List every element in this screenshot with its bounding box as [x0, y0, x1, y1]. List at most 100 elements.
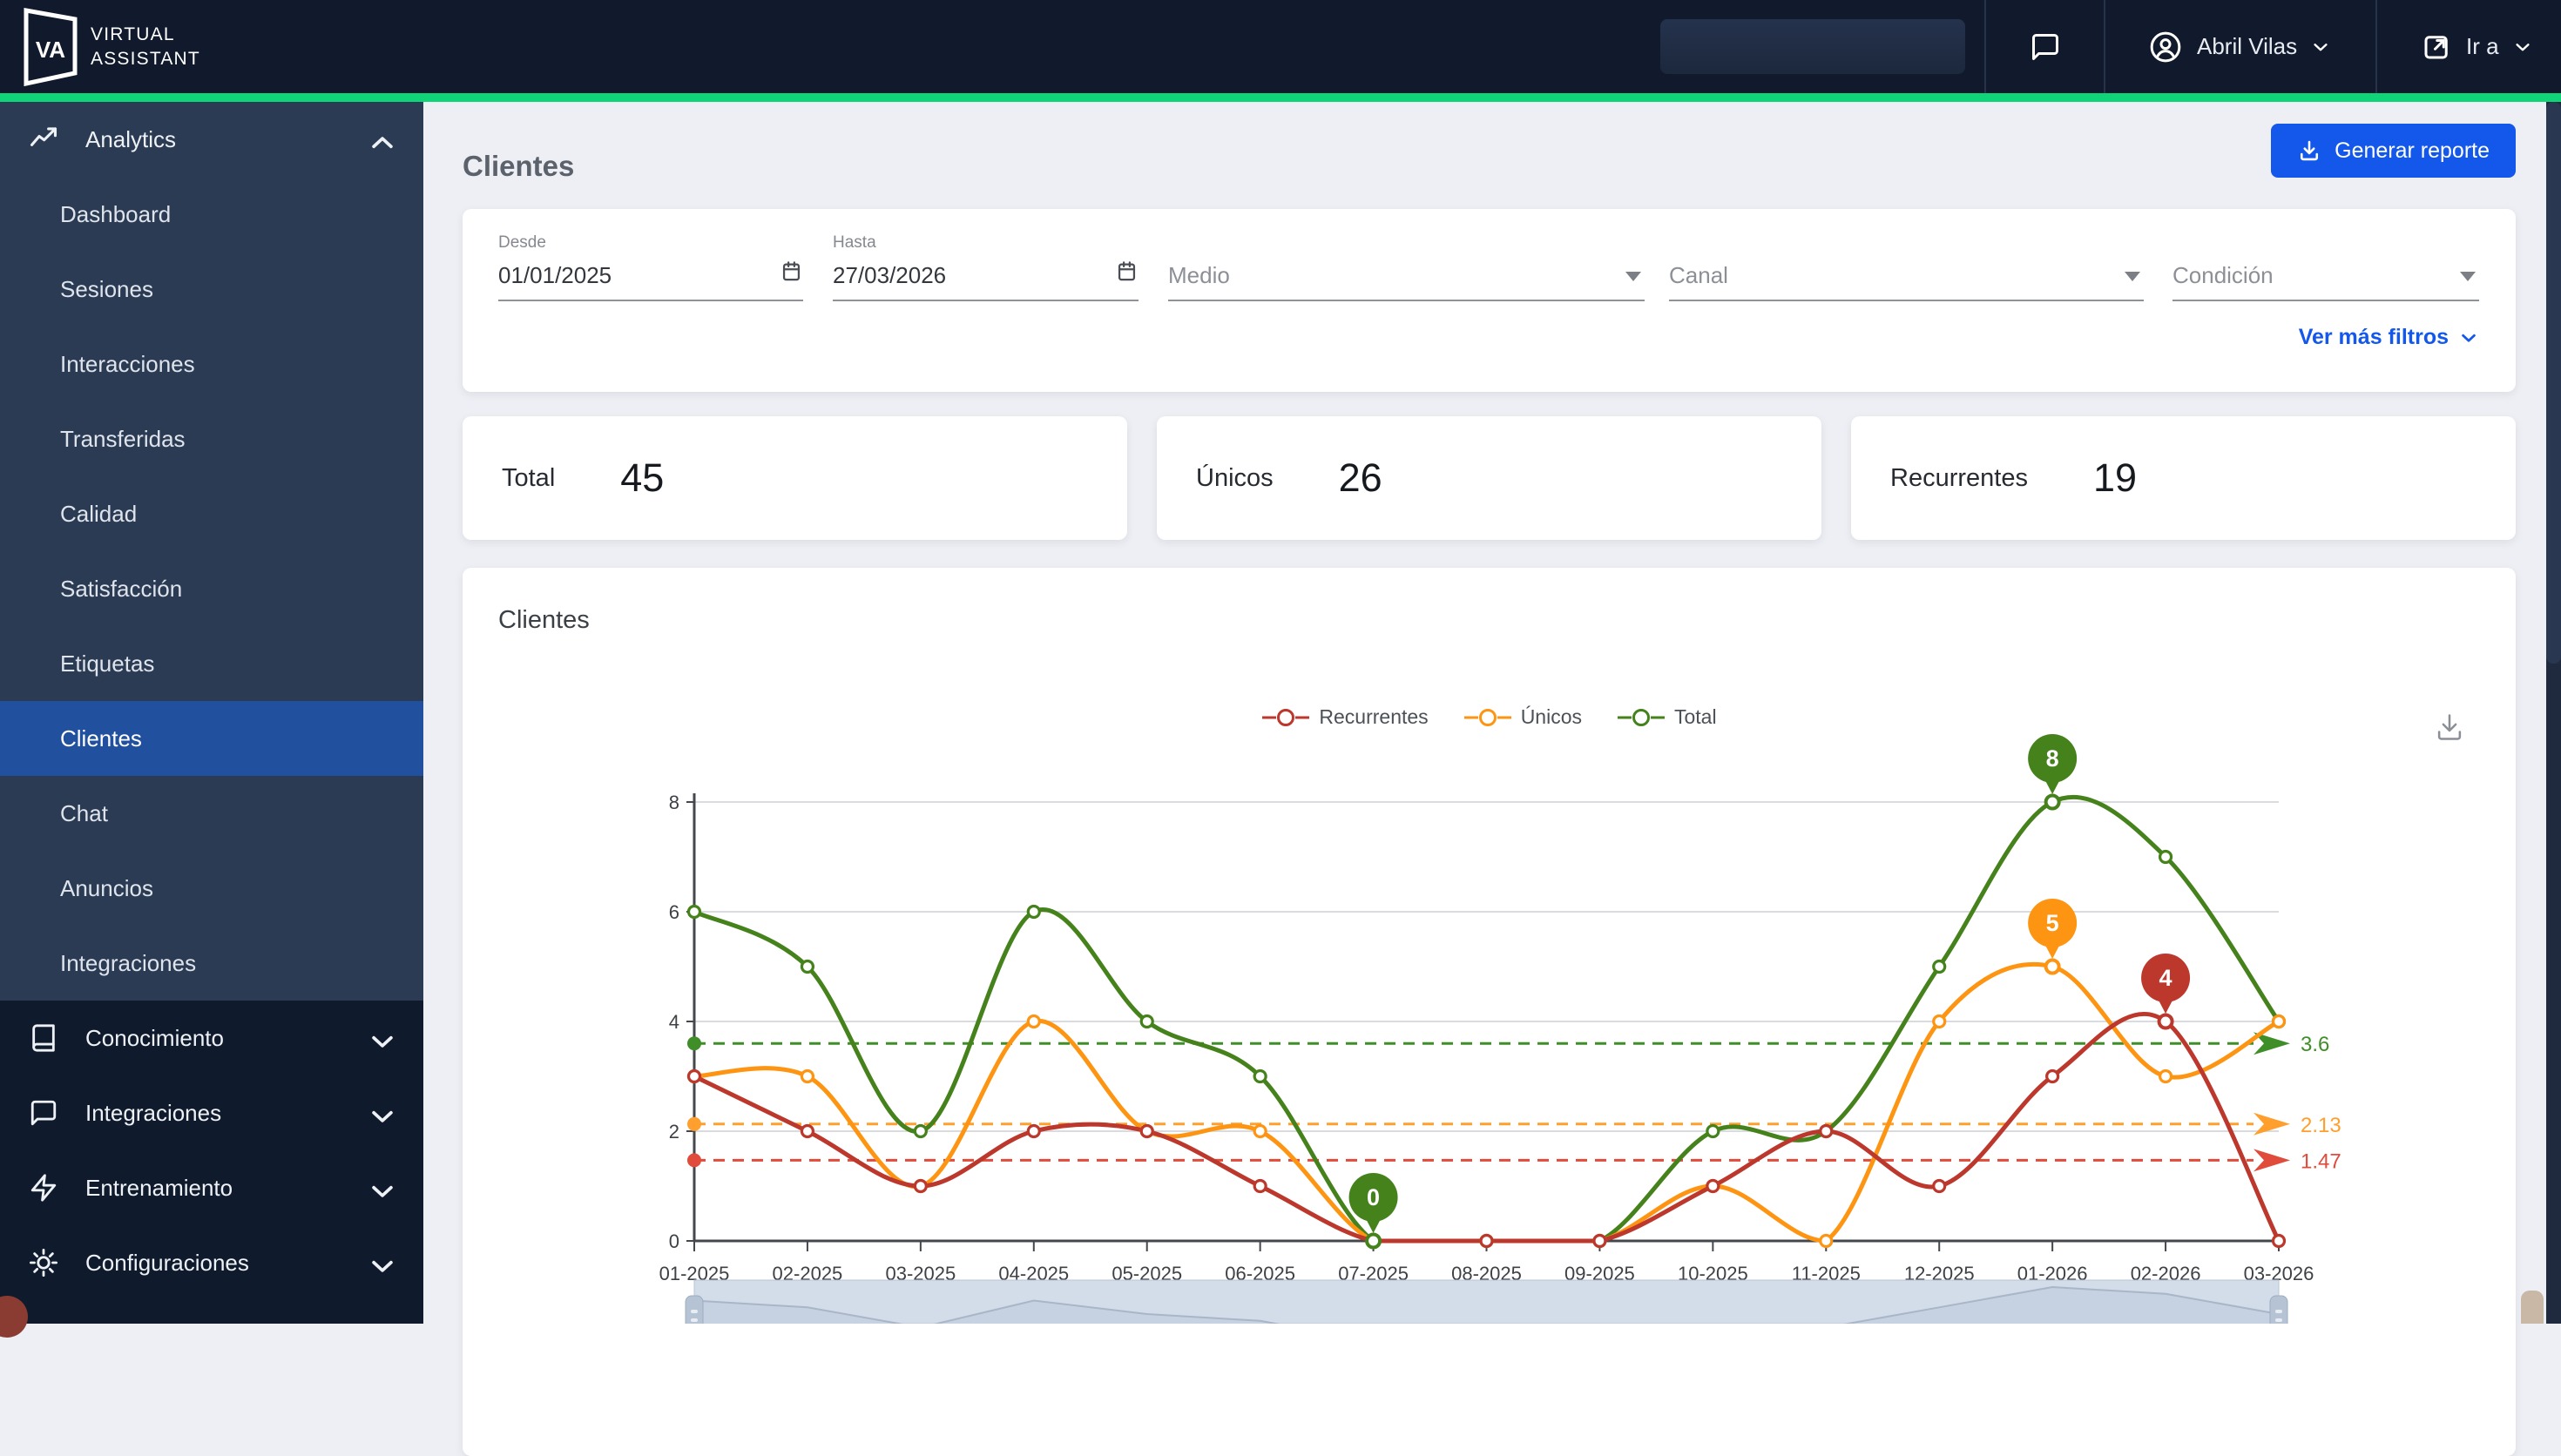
- data-point: [1479, 1233, 1494, 1249]
- va-logo-icon: VA: [24, 8, 78, 87]
- sidebar-item-clientes[interactable]: Clientes: [0, 701, 423, 776]
- page-scrollbar[interactable]: [2546, 102, 2561, 1324]
- filter-label: Desde: [498, 233, 546, 252]
- average-value-label: 2.13: [2301, 1114, 2341, 1137]
- filter-date-hasta[interactable]: Hasta 27/03/2026: [833, 233, 1139, 303]
- y-tick-label: 4: [669, 1011, 679, 1033]
- sidebar-item-sesiones[interactable]: Sesiones: [0, 252, 423, 327]
- series-line-Total: [692, 795, 2281, 1244]
- sidebar-item-dashboard[interactable]: Dashboard: [0, 177, 423, 252]
- go-to-label: Ir a: [2466, 33, 2499, 59]
- scrollbar-thumb[interactable]: [2546, 102, 2561, 664]
- svg-text:VA: VA: [36, 37, 65, 63]
- stats-row: Total 45 Únicos 26 Recurrentes 19: [463, 416, 2516, 540]
- select-placeholder: Medio: [1168, 261, 1230, 288]
- average-value-label: 3.6: [2301, 1033, 2329, 1056]
- data-point: [1932, 1014, 1947, 1029]
- download-icon: [2301, 140, 2319, 161]
- peek-avatar: [0, 1296, 28, 1338]
- data-point: [913, 1178, 928, 1194]
- stat-card-unicos: Únicos 26: [1157, 416, 1821, 540]
- sidebar-item-label: Satisfacción: [60, 575, 183, 602]
- data-point: [1819, 1123, 1834, 1139]
- sidebar-section-analytics[interactable]: Analytics: [0, 102, 423, 177]
- sidebar-item-satisfaccion[interactable]: Satisfacción: [0, 551, 423, 626]
- chat-button[interactable]: [2030, 0, 2061, 93]
- data-point: [1026, 1014, 1041, 1029]
- sidebar-section-label: Conocimiento: [85, 1024, 224, 1051]
- sidebar-section-integraciones[interactable]: Integraciones: [0, 1075, 423, 1150]
- data-point: [1253, 1123, 1267, 1139]
- data-point: [1706, 1178, 1720, 1194]
- person-icon: [2150, 31, 2181, 62]
- go-to-menu[interactable]: Ir a: [2421, 0, 2532, 93]
- data-point: [2271, 1014, 2287, 1029]
- sidebar-item-etiquetas[interactable]: Etiquetas: [0, 626, 423, 701]
- data-point: [686, 1068, 702, 1084]
- sidebar-section-configuraciones[interactable]: Configuraciones: [0, 1225, 423, 1300]
- y-tick-label: 2: [669, 1121, 679, 1143]
- sidebar-item-integraciones[interactable]: Integraciones: [0, 926, 423, 1001]
- stat-card-recurrentes: Recurrentes 19: [1851, 416, 2516, 540]
- y-tick-label: 6: [669, 901, 679, 923]
- user-menu[interactable]: Abril Vilas: [2148, 0, 2330, 93]
- average-value-label: 1.47: [2301, 1149, 2341, 1173]
- chevron-down-icon: [2314, 43, 2328, 51]
- data-point: [1932, 1178, 1947, 1194]
- filter-value: 27/03/2026: [833, 261, 947, 288]
- pin-value-label: 5: [2046, 910, 2059, 936]
- average-arrow: [2254, 1149, 2290, 1172]
- sidebar-item-label: Anuncios: [60, 874, 153, 901]
- sidebar-section-entrenamiento[interactable]: Entrenamiento: [0, 1150, 423, 1225]
- more-filters-link[interactable]: Ver más filtros: [2299, 325, 2478, 350]
- data-point: [1253, 1068, 1267, 1084]
- sidebar-item-anuncios[interactable]: Anuncios: [0, 851, 423, 926]
- filters-card: Ver más filtros Desde 01/01/2025 Hasta 27/0…: [463, 209, 2516, 392]
- dropdown-arrow-icon: [1625, 272, 1641, 281]
- top-navbar: VA VIRTUAL ASSISTANT Abril Vilas Ir a: [0, 0, 2561, 93]
- sidebar-section-label: Analytics: [85, 125, 177, 152]
- sidebar: Analytics Dashboard Sesiones Interacciones T…: [0, 102, 423, 1338]
- external-icon: [2424, 35, 2448, 58]
- stat-label: Únicos: [1196, 463, 1274, 492]
- sidebar-item-calidad[interactable]: Calidad: [0, 476, 423, 551]
- data-point: [1819, 1233, 1834, 1249]
- corner-widget: [2521, 1291, 2544, 1324]
- select-placeholder: Condición: [2172, 261, 2274, 288]
- filter-date-desde[interactable]: Desde 01/01/2025: [498, 233, 803, 303]
- brand-line-1: VIRTUAL: [91, 24, 175, 44]
- sidebar-item-interacciones[interactable]: Interacciones: [0, 327, 423, 401]
- data-point: [2158, 1068, 2173, 1084]
- filter-select-medio[interactable]: Medio: [1168, 233, 1645, 303]
- sidebar-section-conocimiento[interactable]: Conocimiento: [0, 1001, 423, 1075]
- data-point: [1253, 1178, 1267, 1194]
- data-point: [1139, 1014, 1154, 1029]
- brand-logo[interactable]: VA: [23, 8, 78, 91]
- more-filters-label: Ver más filtros: [2298, 325, 2449, 349]
- sidebar-section-label: Configuraciones: [85, 1249, 249, 1276]
- filter-select-condicion[interactable]: Condición: [2172, 233, 2479, 303]
- chevron-down-icon: [372, 1185, 393, 1197]
- calendar-icon: [1118, 261, 1136, 281]
- pin-value-label: 4: [2159, 965, 2172, 991]
- data-point: [1706, 1123, 1720, 1139]
- dropdown-arrow-icon: [2460, 272, 2476, 281]
- series-line-Recurrentes: [692, 1012, 2281, 1244]
- line-chart-icon: [30, 127, 57, 146]
- chart-card: Clientes Recurrentes Únicos Total 024680…: [463, 568, 2516, 1456]
- sidebar-section-label: Integraciones: [85, 1099, 222, 1126]
- stat-value: 45: [620, 455, 665, 500]
- sidebar-section-label: Entrenamiento: [85, 1174, 233, 1201]
- data-point: [686, 904, 702, 920]
- generate-report-button[interactable]: Generar reporte: [2271, 124, 2516, 178]
- data-point: [2158, 849, 2173, 865]
- redacted-nav-element: [1660, 19, 1965, 74]
- filter-select-canal[interactable]: Canal: [1669, 233, 2144, 303]
- stat-card-total: Total 45: [463, 416, 1127, 540]
- y-tick-label: 8: [669, 792, 679, 813]
- sidebar-item-transferidas[interactable]: Transferidas: [0, 401, 423, 476]
- data-point: [800, 959, 815, 974]
- sidebar-item-chat[interactable]: Chat: [0, 776, 423, 851]
- nav-divider: [2375, 0, 2377, 93]
- data-point: [1026, 1123, 1041, 1139]
